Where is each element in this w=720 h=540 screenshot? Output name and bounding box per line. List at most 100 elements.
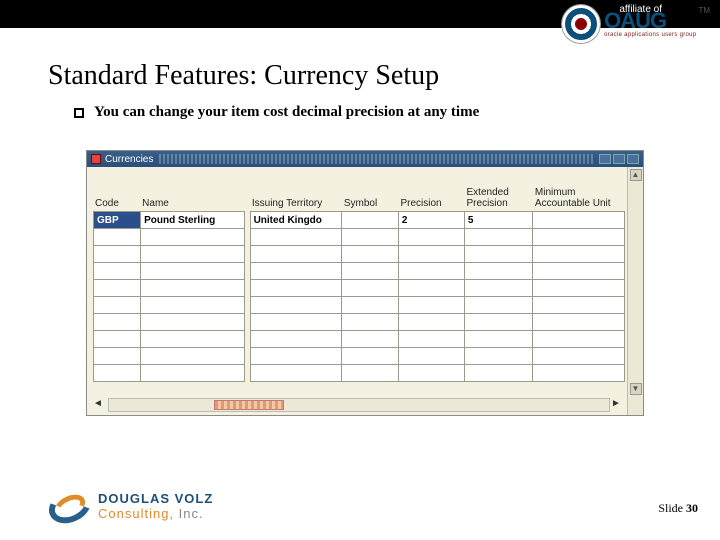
cell-precision[interactable] [398, 263, 464, 280]
cell-symbol[interactable] [342, 297, 399, 314]
table-row[interactable] [94, 365, 625, 382]
scroll-left-icon[interactable]: ◄ [93, 398, 107, 412]
cell-territory[interactable]: United Kingdo [250, 212, 342, 229]
cell-territory[interactable] [250, 246, 342, 263]
oaug-tagline: oracle applications users group [604, 32, 696, 38]
cell-ext_precision[interactable] [464, 348, 532, 365]
cell-ext_precision[interactable] [464, 229, 532, 246]
cell-code[interactable] [94, 331, 141, 348]
cell-symbol[interactable] [342, 263, 399, 280]
cell-symbol[interactable] [342, 314, 399, 331]
table-row[interactable] [94, 348, 625, 365]
cell-code[interactable] [94, 280, 141, 297]
table-row[interactable] [94, 263, 625, 280]
cell-name[interactable] [141, 263, 245, 280]
cell-ext_precision[interactable] [464, 314, 532, 331]
vertical-scrollbar[interactable]: ▲ ▼ [627, 167, 643, 415]
cell-min_acct_unit[interactable] [533, 331, 625, 348]
scroll-up-icon[interactable]: ▲ [630, 169, 642, 181]
cell-territory[interactable] [250, 297, 342, 314]
maximize-button[interactable] [613, 154, 625, 164]
bullet-text: You can change your item cost decimal pr… [94, 104, 479, 121]
cell-territory[interactable] [250, 280, 342, 297]
cell-code[interactable] [94, 229, 141, 246]
slide-label: Slide [658, 501, 686, 515]
cell-min_acct_unit[interactable] [533, 314, 625, 331]
cell-code[interactable] [94, 297, 141, 314]
hscroll-track[interactable] [108, 398, 610, 412]
cell-min_acct_unit[interactable] [533, 229, 625, 246]
cell-name[interactable]: Pound Sterling [141, 212, 245, 229]
cell-precision[interactable] [398, 280, 464, 297]
cell-name[interactable] [141, 280, 245, 297]
cell-symbol[interactable] [342, 229, 399, 246]
cell-ext_precision[interactable]: 5 [464, 212, 532, 229]
cell-precision[interactable] [398, 331, 464, 348]
cell-name[interactable] [141, 229, 245, 246]
slide-number-value: 30 [686, 501, 698, 515]
table-row[interactable] [94, 331, 625, 348]
cell-symbol[interactable] [342, 365, 399, 382]
cell-symbol[interactable] [342, 280, 399, 297]
cell-code[interactable] [94, 314, 141, 331]
cell-name[interactable] [141, 314, 245, 331]
cell-code[interactable]: GBP [94, 212, 141, 229]
table-row[interactable] [94, 246, 625, 263]
cell-ext_precision[interactable] [464, 365, 532, 382]
cell-name[interactable] [141, 331, 245, 348]
cell-min_acct_unit[interactable] [533, 280, 625, 297]
cell-min_acct_unit[interactable] [533, 297, 625, 314]
col-ext-precision: Extended Precision [465, 171, 533, 211]
cell-min_acct_unit[interactable] [533, 263, 625, 280]
table-row[interactable] [94, 314, 625, 331]
cell-territory[interactable] [250, 314, 342, 331]
table-row[interactable]: GBPPound Sterling United Kingdo 25 [94, 212, 625, 229]
cell-name[interactable] [141, 246, 245, 263]
oaug-mark-icon [562, 5, 600, 43]
scroll-down-icon[interactable]: ▼ [630, 383, 642, 395]
cell-code[interactable] [94, 263, 141, 280]
cell-min_acct_unit[interactable] [533, 246, 625, 263]
hscroll-thumb[interactable] [214, 400, 284, 410]
cell-min_acct_unit[interactable] [533, 365, 625, 382]
cell-code[interactable] [94, 365, 141, 382]
minimize-button[interactable] [599, 154, 611, 164]
table-row[interactable] [94, 280, 625, 297]
cell-precision[interactable] [398, 297, 464, 314]
currencies-form: Currencies Code Name Issuing Territory S… [86, 150, 644, 416]
cell-ext_precision[interactable] [464, 246, 532, 263]
cell-territory[interactable] [250, 229, 342, 246]
cell-precision[interactable]: 2 [398, 212, 464, 229]
cell-ext_precision[interactable] [464, 263, 532, 280]
cell-precision[interactable] [398, 246, 464, 263]
horizontal-scrollbar[interactable]: ◄ ► [93, 397, 625, 413]
cell-territory[interactable] [250, 348, 342, 365]
cell-name[interactable] [141, 297, 245, 314]
cell-symbol[interactable] [342, 331, 399, 348]
cell-precision[interactable] [398, 365, 464, 382]
cell-min_acct_unit[interactable] [533, 212, 625, 229]
cell-ext_precision[interactable] [464, 297, 532, 314]
scroll-right-icon[interactable]: ► [611, 398, 625, 412]
cell-territory[interactable] [250, 263, 342, 280]
cell-symbol[interactable] [342, 212, 399, 229]
cell-code[interactable] [94, 246, 141, 263]
cell-precision[interactable] [398, 348, 464, 365]
cell-symbol[interactable] [342, 348, 399, 365]
close-button[interactable] [627, 154, 639, 164]
cell-ext_precision[interactable] [464, 280, 532, 297]
table-row[interactable] [94, 297, 625, 314]
oaug-name: OAUG [604, 10, 696, 32]
cell-name[interactable] [141, 365, 245, 382]
cell-min_acct_unit[interactable] [533, 348, 625, 365]
cell-territory[interactable] [250, 331, 342, 348]
cell-symbol[interactable] [342, 246, 399, 263]
titlebar-pattern [159, 154, 593, 164]
cell-ext_precision[interactable] [464, 331, 532, 348]
cell-name[interactable] [141, 348, 245, 365]
cell-code[interactable] [94, 348, 141, 365]
table-row[interactable] [94, 229, 625, 246]
cell-precision[interactable] [398, 314, 464, 331]
cell-precision[interactable] [398, 229, 464, 246]
cell-territory[interactable] [250, 365, 342, 382]
